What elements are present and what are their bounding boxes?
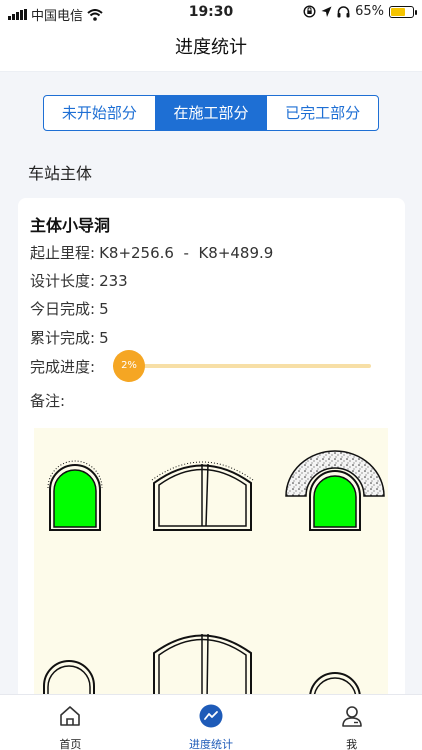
tabbar-me-label: 我 [346, 738, 358, 750]
tabbar-home[interactable]: 首页 [0, 695, 141, 750]
range-label: 起止里程: [30, 244, 96, 262]
progress-card: 主体小导洞 起止里程: K8+256.6 - K8+489.9 设计长度: 233 … [18, 198, 405, 750]
status-right: 65% [303, 4, 417, 19]
drift-top-left [47, 460, 103, 531]
drift-top-right [285, 450, 385, 531]
progress-slider[interactable]: 2% [113, 350, 371, 382]
note-label: 备注: [30, 392, 66, 410]
section-title: 车站主体 [28, 164, 93, 183]
location-icon [321, 6, 332, 17]
card-title: 主体小导洞 [30, 216, 111, 235]
stats-icon [199, 704, 223, 728]
today-value: 5 [99, 300, 109, 318]
home-icon [60, 706, 81, 726]
battery-icon [389, 5, 417, 18]
range-value: K8+256.6 - K8+489.9 [99, 244, 274, 262]
status-segment-control: 未开始部分 在施工部分 已完工部分 [43, 95, 379, 131]
total-value: 5 [99, 329, 109, 347]
tab-not-started[interactable]: 未开始部分 [44, 96, 156, 130]
today-label: 今日完成: [30, 300, 96, 318]
tabbar-stats-label: 进度统计 [189, 738, 233, 750]
range-row: 起止里程: K8+256.6 - K8+489.9 [30, 242, 273, 263]
total-label: 累计完成: [30, 329, 96, 347]
progress-knob[interactable]: 2% [113, 350, 145, 382]
length-row: 设计长度: 233 [30, 270, 128, 291]
tabbar-home-label: 首页 [59, 738, 82, 750]
tab-completed[interactable]: 已完工部分 [267, 96, 378, 130]
rotation-lock-icon [303, 5, 316, 18]
length-value: 233 [99, 272, 128, 290]
bottom-tab-bar: 首页 进度统计 我 [0, 694, 422, 750]
battery-percent: 65% [355, 4, 384, 19]
status-bar: 中国电信 19:30 65% [0, 0, 422, 26]
main-section-top [151, 461, 254, 531]
progress-label: 完成进度: [30, 358, 96, 376]
tab-in-progress[interactable]: 在施工部分 [155, 96, 268, 130]
length-label: 设计长度: [30, 272, 96, 290]
tabbar-me[interactable]: 我 [281, 695, 422, 750]
tabbar-stats[interactable]: 进度统计 [141, 695, 282, 750]
today-row: 今日完成: 5 [30, 298, 109, 319]
page-title: 进度统计 [0, 26, 422, 72]
user-icon [341, 706, 362, 727]
headphones-icon [337, 5, 350, 17]
total-row: 累计完成: 5 [30, 327, 109, 348]
